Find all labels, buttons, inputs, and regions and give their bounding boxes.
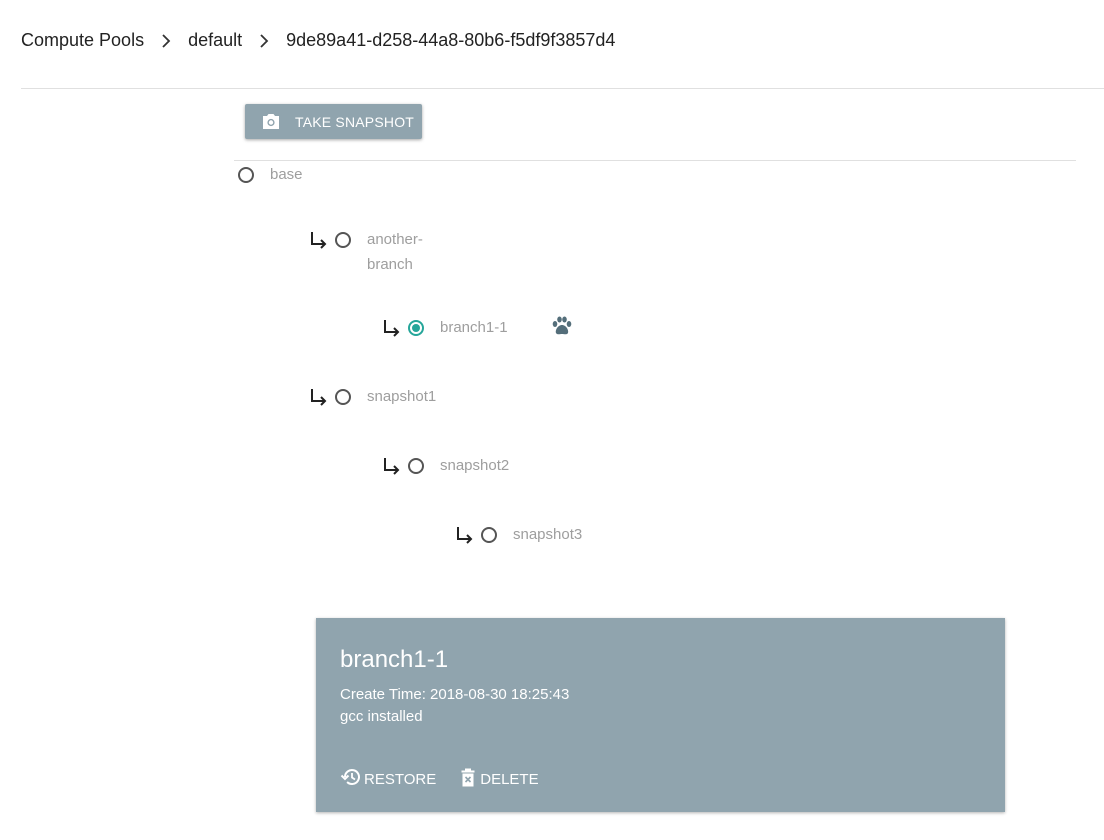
subdirectory-arrow-icon — [311, 389, 327, 406]
restore-button[interactable]: RESTORE — [340, 766, 436, 788]
radio-button[interactable] — [408, 458, 424, 474]
tree-node-label-line2: branch — [367, 256, 413, 273]
breadcrumb-compute-pools[interactable]: Compute Pools — [21, 30, 144, 51]
breadcrumb-default[interactable]: default — [188, 30, 242, 51]
tree-node-branch1-1[interactable]: branch1-1 — [382, 317, 508, 340]
tree-node-label: base — [270, 166, 303, 183]
page: Compute Pools default 9de89a41-d258-44a8… — [0, 0, 1104, 840]
tree-node-another-branch[interactable]: another- branch — [309, 229, 423, 277]
breadcrumb-current-id: 9de89a41-d258-44a8-80b6-f5df9f3857d4 — [286, 30, 616, 50]
chevron-right-icon — [144, 33, 188, 48]
radio-button[interactable] — [238, 167, 254, 183]
tree-node-snapshot3[interactable]: snapshot3 — [455, 524, 582, 547]
subdirectory-arrow-icon — [384, 458, 400, 475]
history-icon — [340, 769, 360, 785]
snapshot-description: gcc installed — [340, 708, 423, 725]
breadcrumb: Compute Pools default 9de89a41-d258-44a8… — [21, 30, 615, 51]
take-snapshot-button[interactable]: TAKE SNAPSHOT — [245, 104, 422, 139]
radio-button[interactable] — [481, 527, 497, 543]
tree-divider — [234, 160, 1076, 161]
snapshot-meta: Create Time: 2018-08-30 18:25:43 gcc ins… — [340, 684, 981, 728]
tree-node-label: snapshot2 — [440, 457, 510, 474]
tree-node-label: branch1-1 — [440, 319, 508, 336]
radio-button-selected[interactable] — [408, 320, 424, 336]
header-divider — [21, 88, 1104, 89]
delete-icon — [461, 768, 475, 787]
tree-node-label: another- branch — [367, 227, 423, 277]
snapshot-detail-card: branch1-1 Create Time: 2018-08-30 18:25:… — [316, 618, 1005, 812]
take-snapshot-label: TAKE SNAPSHOT — [295, 113, 415, 130]
subdirectory-arrow-icon — [384, 320, 400, 337]
tree-node-base[interactable]: base — [238, 164, 303, 187]
tree-node-label-line1: another- — [367, 231, 423, 248]
snapshot-actions: RESTORE DELETE — [340, 766, 563, 788]
subdirectory-arrow-icon — [457, 527, 473, 544]
delete-button[interactable]: DELETE — [460, 768, 539, 788]
snapshot-create-time: Create Time: 2018-08-30 18:25:43 — [340, 686, 570, 703]
delete-label: DELETE — [480, 771, 539, 788]
tree-node-label: snapshot3 — [513, 526, 583, 543]
restore-label: RESTORE — [364, 771, 437, 788]
radio-button[interactable] — [335, 232, 351, 248]
camera-icon — [261, 113, 281, 131]
chevron-right-icon — [242, 33, 286, 48]
subdirectory-arrow-icon — [311, 232, 327, 249]
tree-node-snapshot2[interactable]: snapshot2 — [382, 455, 509, 478]
paw-icon — [552, 316, 572, 335]
tree-node-label: snapshot1 — [367, 388, 437, 405]
radio-button[interactable] — [335, 389, 351, 405]
snapshot-title: branch1-1 — [340, 646, 449, 673]
tree-node-snapshot1[interactable]: snapshot1 — [309, 386, 436, 409]
